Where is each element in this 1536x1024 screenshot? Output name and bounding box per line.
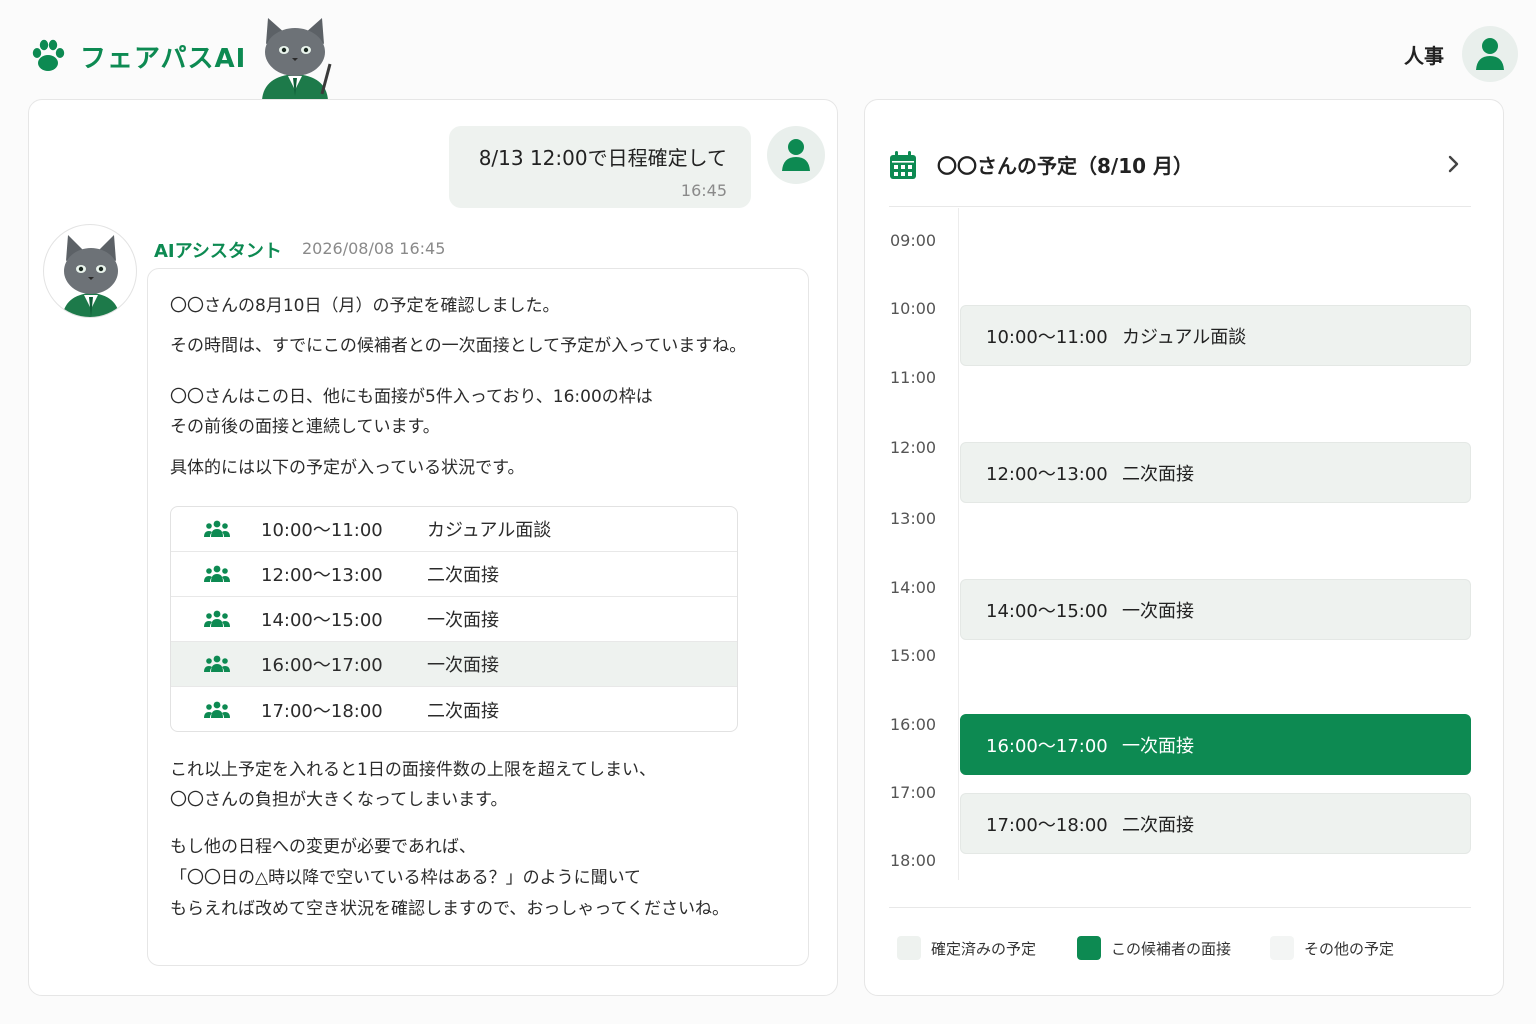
calendar-event[interactable]: 10:00〜11:00 カジュアル面談 (960, 305, 1471, 366)
message-paragraph: 「〇〇日の△時以降で空いている枠はある？」のように聞いて (170, 868, 642, 888)
message-paragraph: もし他の日程への変更が必要であれば、 (170, 837, 476, 857)
schedule-title: 二次面接 (427, 565, 499, 586)
schedule-time: 17:00〜18:00 (261, 700, 383, 722)
event-time: 14:00〜15:00 (986, 600, 1108, 622)
assistant-avatar (43, 224, 137, 318)
event-title: 一次面接 (1122, 600, 1194, 622)
cat-mascot-icon (62, 235, 120, 317)
hour-label: 18:00 (890, 851, 937, 870)
hour-label: 11:00 (890, 368, 937, 387)
hour-label: 15:00 (890, 646, 937, 665)
chevron-right-icon[interactable] (1441, 152, 1465, 176)
cat-mascot-icon (262, 18, 332, 100)
event-time: 10:00〜11:00 (986, 326, 1108, 348)
user-avatar (767, 126, 825, 184)
schedule-title: カジュアル面談 (427, 520, 552, 541)
schedule-row-highlighted: 16:00〜17:00 一次面接 (171, 642, 737, 687)
hour-label: 13:00 (890, 509, 937, 528)
chat-panel: 8/13 12:00で日程確定して 16:45 AIアシスタント 2026/08… (28, 99, 838, 996)
schedule-time: 10:00〜11:00 (261, 520, 383, 541)
user-icon (1476, 38, 1504, 70)
assistant-message-bubble: 〇〇さんの8月10日（月）の予定を確認しました。 その時間は、すでにこの候補者と… (147, 268, 809, 966)
calendar-event[interactable]: 17:00〜18:00 二次面接 (960, 793, 1471, 854)
user-avatar[interactable] (1462, 26, 1518, 82)
people-icon (204, 701, 230, 718)
hour-label: 12:00 (890, 438, 937, 457)
event-title: 一次面接 (1122, 735, 1194, 757)
hour-label: 14:00 (890, 578, 937, 597)
calendar-icon (890, 151, 916, 179)
user-role-label: 人事 (1404, 43, 1444, 68)
message-paragraph: その前後の面接と連続しています。 (170, 417, 440, 437)
message-paragraph: 〇〇さんの8月10日（月）の予定を確認しました。 (170, 296, 560, 316)
message-paragraph: 具体的には以下の予定が入っている状況です。 (170, 458, 525, 478)
legend-swatch (897, 936, 921, 960)
people-icon (204, 610, 230, 627)
schedule-title: 一次面接 (427, 610, 499, 631)
message-paragraph: もらえれば改めて空き状況を確認しますので、おっしゃってくださいね。 (170, 899, 729, 919)
legend-swatch (1270, 936, 1294, 960)
timeline-axis (958, 208, 959, 880)
legend-item-confirmed: 確定済みの予定 (897, 936, 1036, 960)
schedule-table: 10:00〜11:00 カジュアル面談 12:00〜13:00 二次面接 14:… (170, 506, 738, 732)
hour-label: 16:00 (890, 715, 937, 734)
app-header: フェアパスAI 人事 (0, 0, 1536, 100)
message-paragraph: 〇〇さんの負担が大きくなってしまいます。 (170, 790, 508, 810)
user-message-bubble: 8/13 12:00で日程確定して 16:45 (449, 126, 751, 208)
user-message-text: 8/13 12:00で日程確定して (478, 146, 727, 170)
legend-swatch (1077, 936, 1101, 960)
schedule-row: 10:00〜11:00 カジュアル面談 (171, 507, 737, 552)
logo-text: フェアパスAI (80, 43, 247, 74)
schedule-row: 12:00〜13:00 二次面接 (171, 552, 737, 597)
hour-label: 10:00 (890, 299, 937, 318)
legend-label: この候補者の面接 (1111, 939, 1232, 958)
assistant-timestamp: 2026/08/08 16:45 (302, 239, 446, 258)
people-icon (204, 565, 230, 582)
legend-item-candidate: この候補者の面接 (1077, 936, 1231, 960)
legend-item-other: その他の予定 (1270, 936, 1394, 960)
message-paragraph: 〇〇さんはこの日、他にも面接が5件入っており、16:00の枠は (170, 387, 653, 407)
header-user: 人事 (1404, 26, 1518, 82)
message-paragraph: その時間は、すでにこの候補者との一次面接として予定が入っていますね。 (170, 336, 747, 356)
event-time: 16:00〜17:00 (986, 735, 1108, 757)
legend-label: その他の予定 (1304, 939, 1395, 958)
schedule-row: 17:00〜18:00 二次面接 (171, 687, 737, 731)
paw-icon (32, 39, 65, 71)
event-time: 12:00〜13:00 (986, 463, 1108, 485)
user-icon (782, 139, 810, 171)
calendar-event[interactable]: 14:00〜15:00 一次面接 (960, 579, 1471, 640)
event-time: 17:00〜18:00 (986, 814, 1108, 836)
hour-label: 09:00 (890, 231, 937, 250)
event-title: 二次面接 (1122, 814, 1194, 836)
schedule-title: 一次面接 (427, 655, 499, 676)
schedule-time: 16:00〜17:00 (261, 655, 383, 676)
people-icon (204, 655, 230, 672)
message-paragraph: これ以上予定を入れると1日の面接件数の上限を超えてしまい、 (170, 760, 656, 780)
legend-label: 確定済みの予定 (931, 939, 1037, 958)
schedule-row: 14:00〜15:00 一次面接 (171, 597, 737, 642)
assistant-name: AIアシスタント (154, 241, 282, 262)
divider (889, 206, 1471, 207)
calendar-event-candidate[interactable]: 16:00〜17:00 一次面接 (960, 714, 1471, 775)
user-message-time: 16:45 (680, 181, 727, 200)
calendar-title: 〇〇さんの予定（8/10 月） (937, 154, 1194, 178)
divider (889, 907, 1471, 908)
schedule-time: 14:00〜15:00 (261, 610, 383, 631)
event-title: カジュアル面談 (1122, 326, 1247, 348)
schedule-time: 12:00〜13:00 (261, 565, 383, 586)
people-icon (204, 520, 230, 537)
calendar-panel: 〇〇さんの予定（8/10 月） 09:00 10:00 11:00 12:00 … (864, 99, 1504, 996)
hour-label: 17:00 (890, 783, 937, 802)
schedule-title: 二次面接 (427, 700, 499, 722)
event-title: 二次面接 (1122, 463, 1194, 485)
calendar-event[interactable]: 12:00〜13:00 二次面接 (960, 442, 1471, 503)
app-logo[interactable]: フェアパスAI (28, 36, 246, 76)
